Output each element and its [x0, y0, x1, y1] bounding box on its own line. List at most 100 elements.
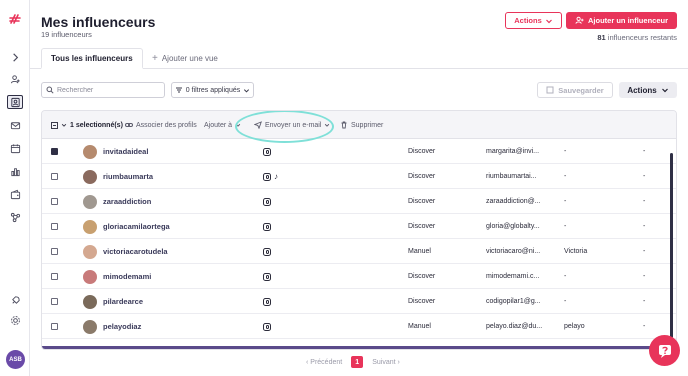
username-link[interactable]: pilardearce [103, 289, 143, 314]
wallet-icon[interactable] [7, 187, 23, 201]
users-icon[interactable] [7, 72, 23, 86]
selected-count: 1 selectionné(s) [70, 121, 123, 129]
instagram-icon [263, 147, 271, 156]
instagram-icon [263, 322, 271, 331]
search-field[interactable] [41, 82, 165, 98]
extra-cell: - [643, 248, 646, 255]
avatar [83, 164, 97, 189]
row-checkbox[interactable] [51, 314, 59, 339]
previous-page-button[interactable]: ‹ Précédent [306, 359, 342, 366]
current-page[interactable]: 1 [351, 356, 364, 368]
table-row[interactable]: pelayodiaz Manuel pelayo.diaz@du... pela… [42, 314, 676, 339]
filters-dropdown[interactable]: 0 filtres appliqués [171, 82, 254, 98]
next-page-button[interactable]: Suivant › [372, 359, 400, 366]
chevron-down-icon [61, 123, 67, 127]
checkbox-box [51, 198, 58, 205]
table-row[interactable]: victoriacarotudela Manuel victoriacaro@n… [42, 239, 676, 264]
influencer-count: 19 influenceurs [41, 30, 92, 39]
table-actions-button[interactable]: Actions [619, 82, 677, 98]
row-checkbox[interactable] [51, 289, 59, 314]
checkbox-box [51, 148, 58, 155]
table-row[interactable]: invitadaideal Discover margarita@invi...… [42, 139, 676, 164]
settings-icon[interactable] [7, 313, 23, 327]
stats-icon[interactable] [7, 164, 23, 178]
calendar-icon[interactable] [7, 141, 23, 155]
checkbox-box [51, 223, 58, 230]
source-cell: Manuel [408, 323, 431, 330]
next-label: Suivant [372, 358, 396, 366]
table-row[interactable]: pilardearce Discover codigopilar1@g... -… [42, 289, 676, 314]
tab-all-influencers[interactable]: Tous les influenceurs [41, 48, 143, 69]
username-link[interactable]: zaraaddiction [103, 189, 151, 214]
mail-icon[interactable] [7, 118, 23, 132]
filters-label: 0 filtres appliqués [185, 86, 241, 94]
source-cell: Discover [408, 198, 436, 205]
profile-picture [83, 144, 97, 159]
first-name-cell: - [564, 198, 567, 205]
username-link[interactable]: pelayodiaz [103, 314, 141, 339]
influencers-table: 1 selectionné(s) Associer des profils Aj… [41, 110, 677, 350]
email-cell: victoriacaro@ni... [486, 248, 541, 255]
first-name-cell: pelayo [564, 323, 585, 330]
table-row[interactable]: gloriacamilaortega Discover gloria@globa… [42, 214, 676, 239]
row-checkbox[interactable] [51, 239, 59, 264]
vertical-scrollbar[interactable] [670, 153, 673, 338]
table-row[interactable]: mimodemami Discover mimodemami.c... - - [42, 264, 676, 289]
actions-dropdown-button[interactable]: Actions [505, 12, 562, 29]
source-cell: Discover [408, 173, 436, 180]
influencers-list-icon[interactable] [7, 95, 23, 109]
extra-cell: - [643, 223, 646, 230]
first-name-cell: - [564, 173, 567, 180]
brand-logo[interactable] [7, 12, 23, 28]
associate-profiles-button[interactable]: Associer des profils [125, 111, 197, 139]
sidebar: ASB [0, 0, 30, 376]
network-icon[interactable] [7, 210, 23, 224]
tab-add-view[interactable]: + Ajouter une vue [143, 48, 227, 69]
first-name-cell: Victoria [564, 248, 588, 255]
help-chat-button[interactable] [649, 335, 680, 366]
expand-sidebar-icon[interactable] [7, 50, 23, 64]
email-cell: margarita@invi... [486, 148, 540, 155]
view-tabs: Tous les influenceurs + Ajouter une vue [30, 48, 688, 69]
avatar [83, 189, 97, 214]
social-networks [263, 264, 271, 289]
horizontal-scrollbar[interactable] [42, 346, 676, 349]
username-link[interactable]: gloriacamilaortega [103, 214, 170, 239]
search-icon [46, 86, 54, 94]
first-name-cell: - [564, 223, 567, 230]
source-cell: Discover [408, 223, 436, 230]
checkbox-box [51, 323, 58, 330]
instagram-icon [263, 272, 271, 281]
checkbox-box [51, 173, 58, 180]
avatar [83, 214, 97, 239]
profile-picture [83, 319, 97, 334]
chat-icon [658, 344, 671, 358]
username-link[interactable]: victoriacarotudela [103, 239, 168, 264]
select-all-toggle[interactable]: 1 selectionné(s) [51, 111, 123, 139]
search-input[interactable] [57, 86, 157, 94]
user-avatar[interactable]: ASB [6, 350, 25, 369]
profile-picture [83, 169, 97, 184]
extra-cell: - [643, 198, 646, 205]
table-row[interactable]: riumbaumarta ♪ Discover riumbaumartai...… [42, 164, 676, 189]
username-link[interactable]: riumbaumarta [103, 164, 153, 189]
email-cell: codigopilar1@g... [486, 298, 541, 305]
save-view-button[interactable]: Sauvegarder [537, 82, 613, 98]
email-cell: gloria@globalty... [486, 223, 540, 230]
extra-cell: - [643, 273, 646, 280]
delete-button[interactable]: Supprimer [340, 111, 383, 139]
username-link[interactable]: invitadaideal [103, 139, 148, 164]
add-influencer-button[interactable]: Ajouter un influenceur [566, 12, 677, 29]
username-link[interactable]: mimodemami [103, 264, 151, 289]
delete-label: Supprimer [351, 121, 384, 129]
table-row[interactable]: zaraaddiction Discover zaraaddiction@...… [42, 189, 676, 214]
row-checkbox[interactable] [51, 214, 59, 239]
avatar [83, 239, 97, 264]
row-checkbox[interactable] [51, 189, 59, 214]
rocket-icon[interactable] [7, 293, 23, 307]
pagination: ‹ Précédent 1 Suivant › [306, 355, 400, 369]
row-checkbox[interactable] [51, 139, 59, 164]
row-checkbox[interactable] [51, 264, 59, 289]
page-title: Mes influenceurs [41, 14, 156, 30]
row-checkbox[interactable] [51, 164, 59, 189]
